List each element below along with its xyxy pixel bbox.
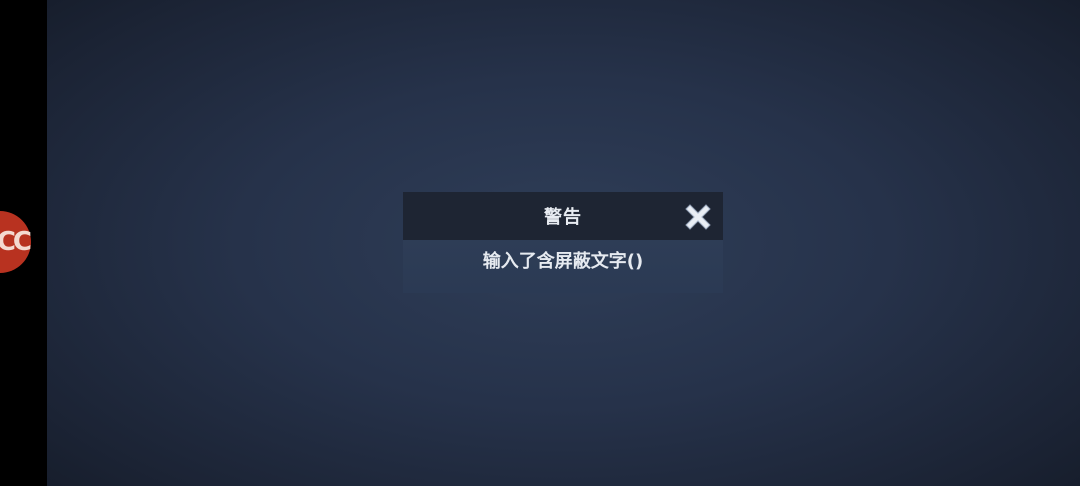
dialog-header: 警告 xyxy=(403,192,723,240)
close-button[interactable] xyxy=(681,200,715,234)
close-x-icon xyxy=(685,204,711,230)
dialog-title: 警告 xyxy=(544,207,582,228)
warning-dialog: 警告 输入了含屏蔽文字() xyxy=(403,192,723,293)
dialog-message: 输入了含屏蔽文字() xyxy=(482,251,644,272)
game-screen: CC 警告 输入了含屏蔽文字() xyxy=(0,0,1080,486)
dialog-body: 输入了含屏蔽文字() xyxy=(403,240,723,293)
floating-assistant-label: CC xyxy=(0,227,32,257)
